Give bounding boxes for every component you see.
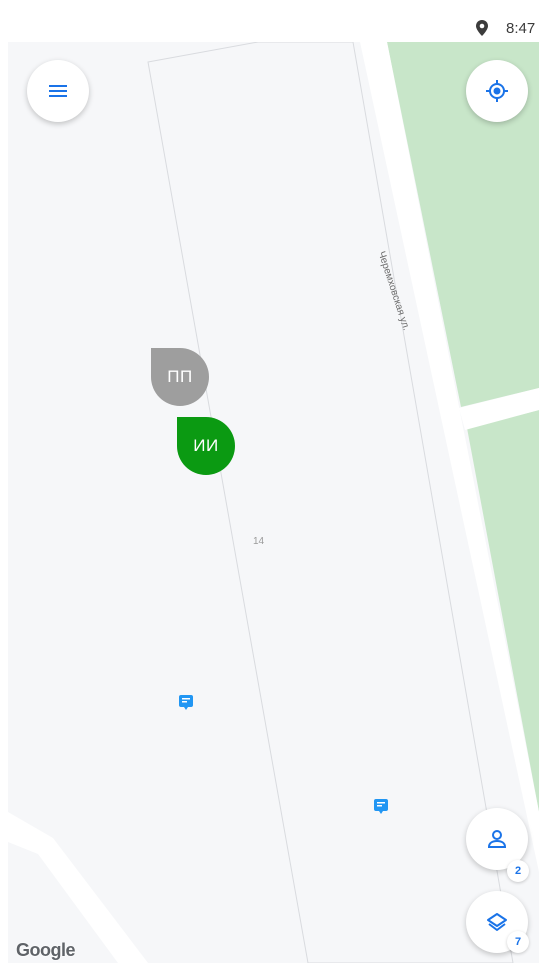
park-area-south <box>467 410 539 812</box>
location-pin-icon <box>476 20 488 36</box>
google-attribution: Google <box>16 940 76 960</box>
poi-icon[interactable] <box>374 799 388 815</box>
users-count-badge: 2 <box>507 860 529 882</box>
user-marker-pp[interactable]: ПП <box>151 348 209 406</box>
map-view[interactable]: Черемховская ул. 14 ПП ИИ Google <box>8 42 539 963</box>
app-screen: 8:47 Черемховская ул. 14 ПП ИИ Google 2 … <box>8 14 539 963</box>
layers-icon <box>487 913 507 931</box>
menu-button[interactable] <box>27 60 89 122</box>
hamburger-menu-icon <box>49 85 67 97</box>
status-bar: 8:47 <box>8 14 539 42</box>
house-number-label: 14 <box>253 536 265 547</box>
status-time: 8:47 <box>506 20 536 37</box>
marker-initials: ИИ <box>193 436 219 455</box>
poi-icon[interactable] <box>179 695 193 711</box>
person-icon <box>487 830 507 848</box>
marker-initials: ПП <box>167 367 193 386</box>
layers-count-badge: 7 <box>507 931 529 953</box>
my-location-button[interactable] <box>466 60 528 122</box>
map-canvas <box>8 42 539 963</box>
user-marker-ii[interactable]: ИИ <box>177 417 235 475</box>
my-location-icon <box>486 80 508 102</box>
